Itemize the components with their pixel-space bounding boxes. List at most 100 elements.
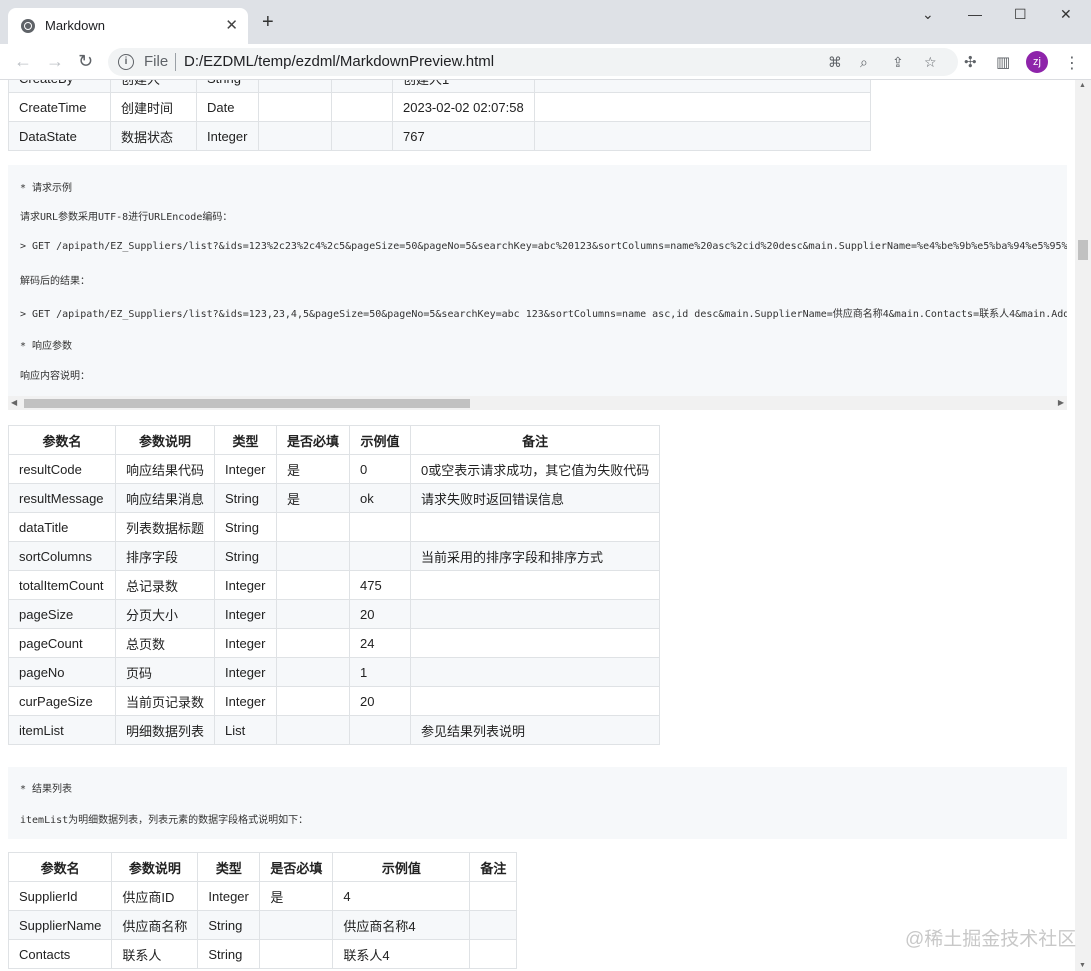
cell: 联系人4 (332, 939, 471, 969)
code-line: itemList为明细数据列表，列表元素的数据字段格式说明如下： (20, 815, 309, 826)
cell: Integer (214, 454, 278, 484)
cell: List (214, 715, 278, 745)
side-panel-icon[interactable]: ▥ (996, 53, 1010, 71)
back-icon[interactable]: ← (14, 51, 32, 71)
cell: Date (196, 92, 259, 122)
profile-avatar[interactable]: zj (1026, 51, 1048, 73)
scrollbar-thumb[interactable] (1078, 240, 1088, 260)
cell (276, 686, 351, 716)
translate-icon[interactable]: ⌘ (828, 54, 842, 71)
table-header-row: 参数名 参数说明 类型 是否必填 示例值 备注 (7, 852, 518, 882)
cell: 供应商ID (111, 881, 199, 911)
info-icon[interactable]: i (118, 54, 134, 70)
cell: totalItemCount (8, 570, 116, 600)
url-divider (175, 53, 176, 71)
cell (331, 92, 393, 122)
code-line: 响应内容说明： (20, 371, 90, 382)
cell: 0或空表示请求成功，其它值为失败代码 (410, 454, 661, 484)
cell: 供应商名称4 (332, 910, 471, 940)
table-row: SupplierId 供应商ID Integer 是 4 (7, 881, 518, 911)
browser-tab[interactable]: Markdown ✕ (8, 8, 248, 44)
result-list-block: * 结果列表 itemList为明细数据列表，列表元素的数据字段格式说明如下： (8, 767, 1067, 839)
table-row: Contacts 联系人 String 联系人4 (7, 939, 518, 969)
bookmark-star-icon[interactable]: ☆ (924, 54, 937, 71)
scroll-down-icon[interactable]: ▼ (1079, 962, 1086, 969)
extensions-icon[interactable]: ✣ (964, 53, 977, 71)
cell: Integer (196, 121, 259, 151)
new-tab-icon[interactable]: + (262, 12, 274, 32)
column-header: 是否必填 (276, 425, 351, 455)
cell: String (214, 483, 278, 513)
code-line: * 响应参数 (20, 341, 73, 352)
response-table: 参数名 参数说明 类型 是否必填 示例值 备注 resultCode 响应结果代码… (8, 425, 661, 745)
cell: 24 (349, 628, 412, 658)
cell (276, 599, 351, 629)
cell (258, 121, 332, 151)
menu-icon[interactable]: ⋮ (1064, 53, 1080, 73)
address-bar[interactable]: i File D:/EZDML/temp/ezdml/MarkdownPrevi… (108, 48, 958, 76)
cell: String (197, 910, 261, 940)
cell (410, 570, 661, 600)
reload-icon[interactable]: ↻ (78, 51, 93, 71)
cell: resultCode (8, 454, 116, 484)
cell: Integer (214, 628, 278, 658)
cell: CreateBy (8, 80, 111, 93)
code-line: > GET /apipath/EZ_Suppliers/list?&ids=12… (20, 241, 1067, 252)
cell: dataTitle (8, 512, 116, 542)
share-icon[interactable]: ⇪ (892, 54, 904, 71)
cell (258, 80, 332, 93)
cell: 0 (349, 454, 412, 484)
horizontal-scrollbar[interactable]: ◀ ▶ (8, 396, 1067, 410)
cell: pageNo (8, 657, 116, 687)
cell: Integer (214, 570, 278, 600)
table-row: CreateTime 创建时间 Date 2023-02-02 02:07:58 (8, 92, 871, 122)
cell: 4 (332, 881, 471, 911)
cell (469, 881, 518, 911)
cell (533, 92, 871, 122)
table-row: SupplierName 供应商名称 String 供应商名称4 (7, 910, 518, 940)
tab-search-icon[interactable]: ⌄ (922, 6, 934, 23)
table-row: CreateBy 创建人 String 创建人1 (8, 80, 871, 93)
table-row: sortColumns 排序字段 String 当前采用的排序字段和排序方式 (8, 541, 661, 571)
cell: 当前采用的排序字段和排序方式 (410, 541, 661, 571)
zoom-icon[interactable]: ⌕ (860, 54, 868, 71)
cell (410, 657, 661, 687)
column-header: 示例值 (349, 425, 412, 455)
close-window-icon[interactable]: ✕ (1060, 6, 1072, 23)
close-tab-icon[interactable]: ✕ (225, 16, 238, 34)
tab-title: Markdown (45, 18, 105, 33)
cell: 列表数据标题 (114, 512, 216, 542)
cell: CreateTime (8, 92, 111, 122)
page-content: CreateBy 创建人 String 创建人1 CreateTime 创建时间… (0, 80, 1075, 971)
table-row: resultMessage 响应结果消息 String 是 ok 请求失败时返回错误信息 (8, 483, 661, 513)
cell: SupplierName (7, 910, 113, 940)
code-line: * 请求示例 (20, 183, 73, 194)
cell: 创建时间 (110, 92, 197, 122)
cell: 排序字段 (114, 541, 216, 571)
table-row: pageSize 分页大小 Integer 20 (8, 599, 661, 629)
code-line: * 结果列表 (20, 784, 73, 795)
cell: curPageSize (8, 686, 116, 716)
scroll-left-icon[interactable]: ◀ (11, 398, 17, 407)
cell (349, 541, 412, 571)
table-row: pageNo 页码 Integer 1 (8, 657, 661, 687)
cell: 总页数 (114, 628, 216, 658)
scroll-up-icon[interactable]: ▲ (1079, 82, 1086, 89)
cell (410, 512, 661, 542)
cell: 20 (349, 599, 412, 629)
table-row: dataTitle 列表数据标题 String (8, 512, 661, 542)
maximize-icon[interactable]: ☐ (1014, 6, 1027, 23)
scrollbar-thumb[interactable] (24, 399, 470, 408)
scroll-right-icon[interactable]: ▶ (1058, 398, 1064, 407)
cell: itemList (8, 715, 116, 745)
forward-icon[interactable]: → (46, 51, 64, 71)
column-header: 示例值 (332, 852, 471, 882)
cell: 2023-02-02 02:07:58 (392, 92, 535, 122)
cell (276, 657, 351, 687)
minimize-icon[interactable]: — (968, 6, 982, 22)
cell: 明细数据列表 (114, 715, 216, 745)
vertical-scrollbar[interactable]: ▲ ▼ (1075, 80, 1091, 971)
cell: 是 (276, 483, 351, 513)
cell (276, 512, 351, 542)
url-text[interactable]: D:/EZDML/temp/ezdml/MarkdownPreview.html (184, 53, 494, 70)
